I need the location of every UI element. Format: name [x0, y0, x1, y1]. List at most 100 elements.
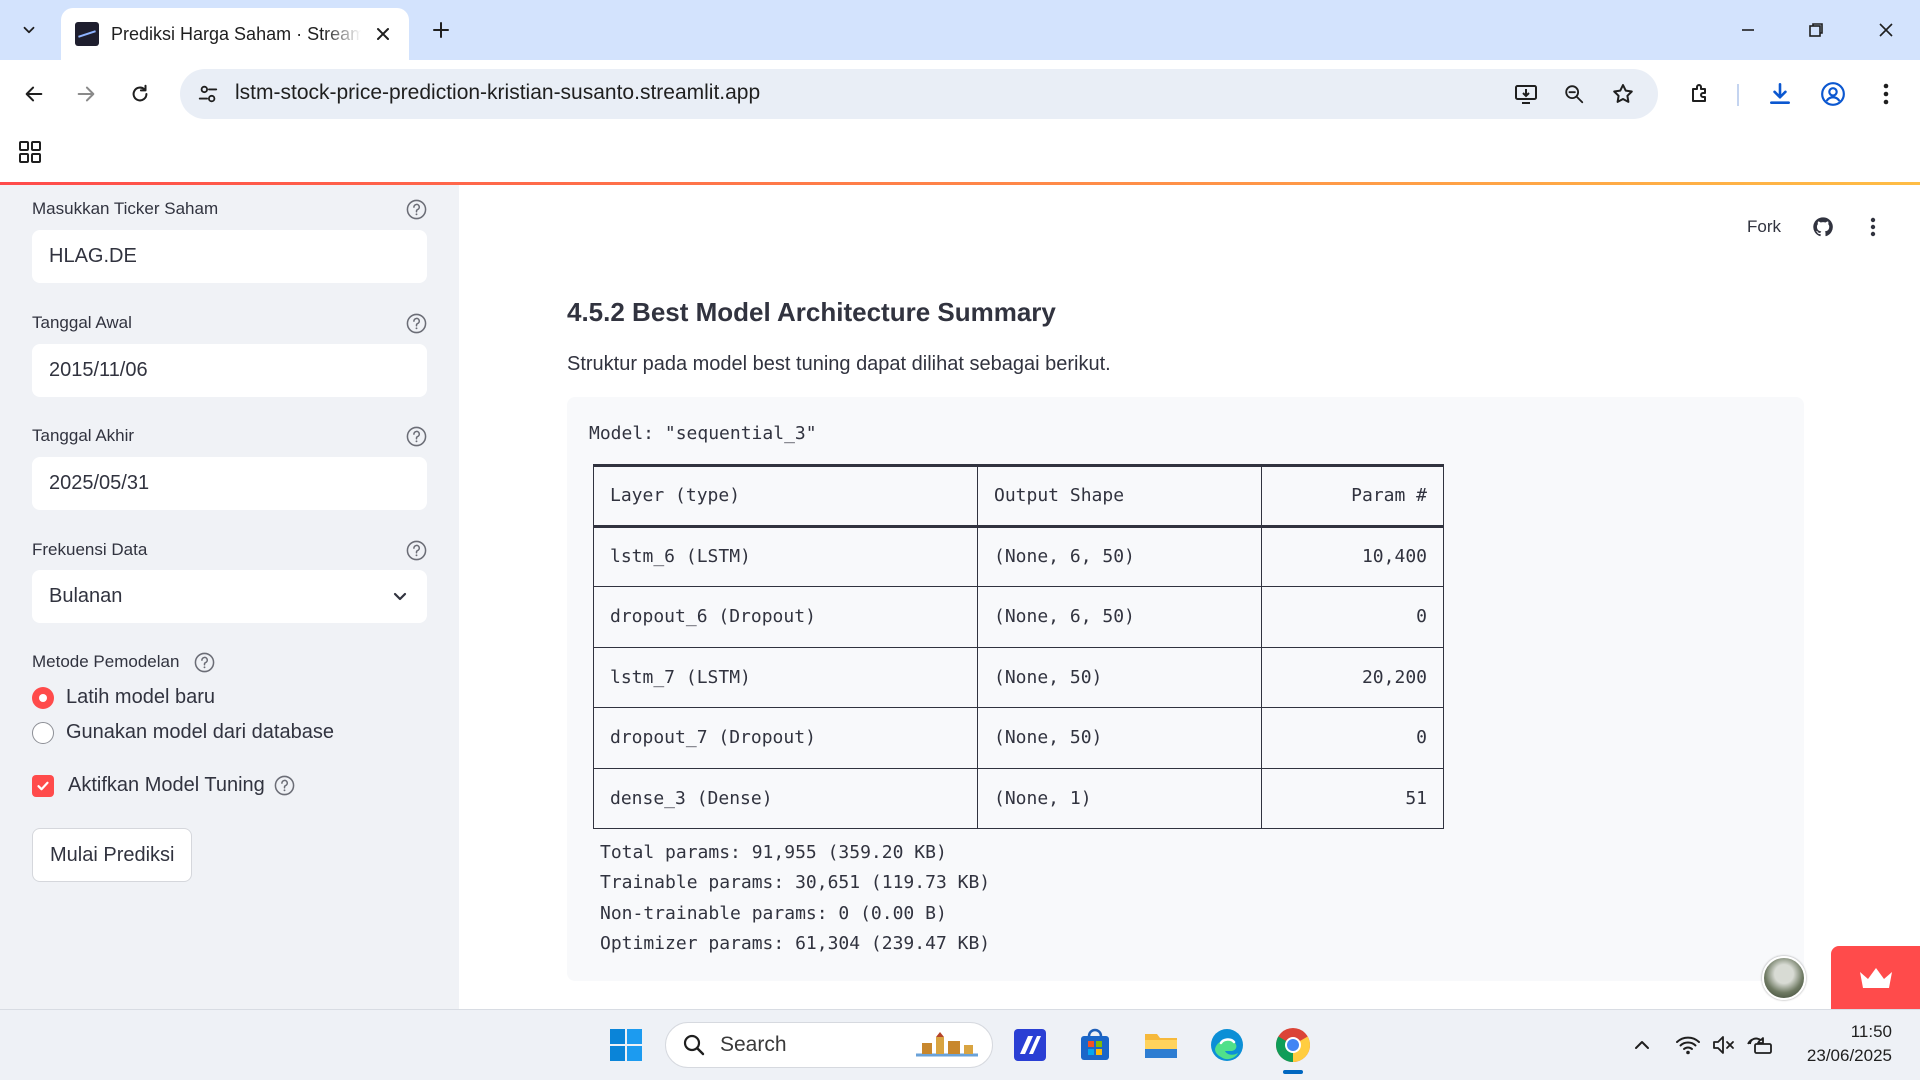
table-row: lstm_7 (LSTM) (None, 50) 20,200 — [593, 647, 1444, 708]
ticker-label: Masukkan Ticker Saham — [32, 199, 219, 218]
table-row: lstm_6 (LSTM) (None, 6, 50) 10,400 — [593, 526, 1444, 587]
start-prediction-button[interactable]: Mulai Prediksi — [32, 828, 193, 882]
edge-browser-icon[interactable] — [1207, 1025, 1247, 1065]
radio-selected-icon[interactable] — [32, 686, 54, 709]
site-settings-tune-icon[interactable] — [192, 78, 224, 110]
main-content: Fork 4.5.2 Best Model Architecture Summa… — [459, 185, 1920, 1009]
table-cell-layer: dropout_7 (Dropout) — [593, 707, 978, 768]
viewer-avatar[interactable] — [1762, 956, 1806, 1000]
minimize-window-icon[interactable] — [1720, 8, 1776, 52]
radio-option-label: Latih model baru — [66, 686, 215, 708]
new-tab-plus-icon[interactable] — [423, 12, 459, 48]
volume-muted-icon[interactable] — [1704, 1025, 1744, 1065]
table-cell-params: 51 — [1261, 768, 1444, 829]
table-cell-shape: (None, 50) — [977, 647, 1262, 708]
taskbar: Search 11:50 23/06/2025 — [0, 1009, 1920, 1080]
downloads-icon[interactable] — [1760, 74, 1800, 114]
table-header-cell: Output Shape — [977, 465, 1262, 526]
table-cell-params: 20,200 — [1261, 647, 1444, 708]
system-clock[interactable]: 11:50 23/06/2025 — [1807, 1020, 1892, 1068]
browser-tab[interactable]: Prediksi Harga Saham · Streamlit — [61, 8, 409, 60]
table-row: dropout_7 (Dropout) (None, 50) 0 — [593, 707, 1444, 768]
file-explorer-icon[interactable] — [1141, 1025, 1181, 1065]
checkbox-checked-icon[interactable] — [32, 774, 54, 797]
zoom-icon[interactable] — [1558, 78, 1590, 110]
wifi-icon[interactable] — [1668, 1025, 1708, 1065]
radio-unselected-icon[interactable] — [32, 721, 54, 744]
address-bar[interactable]: lstm-stock-price-prediction-kristian-sus… — [180, 69, 1658, 119]
app-menu-kebab-icon[interactable] — [1859, 213, 1887, 241]
tab-close-icon[interactable] — [371, 22, 395, 46]
radio-option-label: Gunakan model dari database — [66, 721, 334, 743]
show-hidden-icons-chevron-up-icon[interactable] — [1622, 1025, 1662, 1065]
fork-link[interactable]: Fork — [1747, 217, 1781, 237]
model-summary-table: Layer (type) Output Shape Param # lstm_6… — [593, 464, 1444, 829]
search-highlight-art-icon — [916, 1032, 978, 1057]
frequency-select-value: Bulanan — [49, 585, 123, 607]
bookmarks-bar — [0, 128, 1920, 182]
taskbar-search-label: Search — [720, 1033, 787, 1056]
frequency-select[interactable]: Bulanan — [32, 570, 427, 623]
total-params-line: Total params: 91,955 (359.20 KB) — [600, 842, 947, 863]
tab-title: Prediksi Harga Saham · Streamlit — [111, 23, 361, 44]
back-arrow-icon[interactable] — [14, 74, 54, 114]
table-cell-shape: (None, 1) — [977, 768, 1262, 829]
tab-search-chevron-icon[interactable] — [11, 12, 47, 48]
install-app-icon[interactable] — [1510, 78, 1542, 110]
table-cell-params: 0 — [1261, 707, 1444, 768]
table-cell-shape: (None, 6, 50) — [977, 586, 1262, 647]
start-date-help-icon[interactable] — [405, 312, 427, 334]
end-date-label: Tanggal Akhir — [32, 426, 135, 445]
forward-arrow-icon[interactable] — [66, 74, 106, 114]
clock-date: 23/06/2025 — [1806, 1046, 1892, 1065]
radio-option-new-model[interactable]: Latih model baru — [32, 686, 215, 709]
streamlit-crown-icon[interactable] — [1831, 946, 1920, 1009]
github-icon[interactable] — [1809, 213, 1837, 241]
model-name-line: Model: "sequential_3" — [589, 423, 817, 444]
start-date-input[interactable]: 2015/11/06 — [32, 344, 427, 397]
end-date-help-icon[interactable] — [405, 425, 427, 447]
table-header-row: Layer (type) Output Shape Param # — [593, 465, 1444, 526]
table-cell-layer: lstm_7 (LSTM) — [593, 647, 978, 708]
frequency-help-icon[interactable] — [405, 539, 427, 561]
method-label: Metode Pemodelan — [32, 652, 180, 671]
tuning-checkbox-label: Aktifkan Model Tuning — [68, 774, 265, 796]
ticker-input[interactable]: HLAG.DE — [32, 230, 427, 283]
start-date-label: Tanggal Awal — [32, 313, 132, 332]
method-help-icon[interactable] — [193, 651, 215, 673]
close-window-icon[interactable] — [1858, 8, 1914, 52]
chrome-browser-icon[interactable] — [1273, 1025, 1313, 1065]
browser-menu-kebab-icon[interactable] — [1866, 74, 1906, 114]
profile-avatar-icon[interactable] — [1813, 74, 1853, 114]
url-text[interactable]: lstm-stock-price-prediction-kristian-sus… — [235, 81, 760, 105]
table-header-cell: Param # — [1261, 465, 1444, 526]
microsoft-store-icon[interactable] — [1075, 1025, 1115, 1065]
chrome-active-indicator — [1283, 1070, 1303, 1074]
model-summary-block: Model: "sequential_3" Layer (type) Outpu… — [567, 397, 1804, 981]
tuning-help-icon[interactable] — [274, 775, 295, 796]
restore-window-icon[interactable] — [1788, 8, 1844, 52]
radio-option-database-model[interactable]: Gunakan model dari database — [32, 721, 334, 744]
table-cell-params: 0 — [1261, 586, 1444, 647]
end-date-input[interactable]: 2025/05/31 — [32, 457, 427, 510]
battery-charging-icon[interactable] — [1740, 1025, 1780, 1065]
table-cell-shape: (None, 50) — [977, 707, 1262, 768]
apps-grid-icon[interactable] — [16, 138, 44, 166]
optimizer-params-line: Optimizer params: 61,304 (239.47 KB) — [600, 933, 991, 954]
windows-start-icon[interactable] — [606, 1025, 646, 1065]
app-blue-square-icon[interactable] — [1010, 1025, 1050, 1065]
table-cell-shape: (None, 6, 50) — [977, 526, 1262, 587]
toolbar-divider — [1737, 84, 1739, 106]
streamlit-favicon-icon — [75, 22, 99, 46]
table-cell-layer: dropout_6 (Dropout) — [593, 586, 978, 647]
ticker-help-icon[interactable] — [405, 198, 427, 220]
frequency-label: Frekuensi Data — [32, 540, 148, 559]
bookmark-star-icon[interactable] — [1607, 78, 1639, 110]
table-header-cell: Layer (type) — [593, 465, 978, 526]
extensions-puzzle-icon[interactable] — [1680, 74, 1720, 114]
reload-icon[interactable] — [120, 74, 160, 114]
table-row: dropout_6 (Dropout) (None, 6, 50) 0 — [593, 586, 1444, 647]
taskbar-search-box[interactable]: Search — [665, 1022, 993, 1068]
table-row: dense_3 (Dense) (None, 1) 51 — [593, 768, 1444, 829]
tuning-checkbox-row[interactable]: Aktifkan Model Tuning — [32, 774, 295, 797]
